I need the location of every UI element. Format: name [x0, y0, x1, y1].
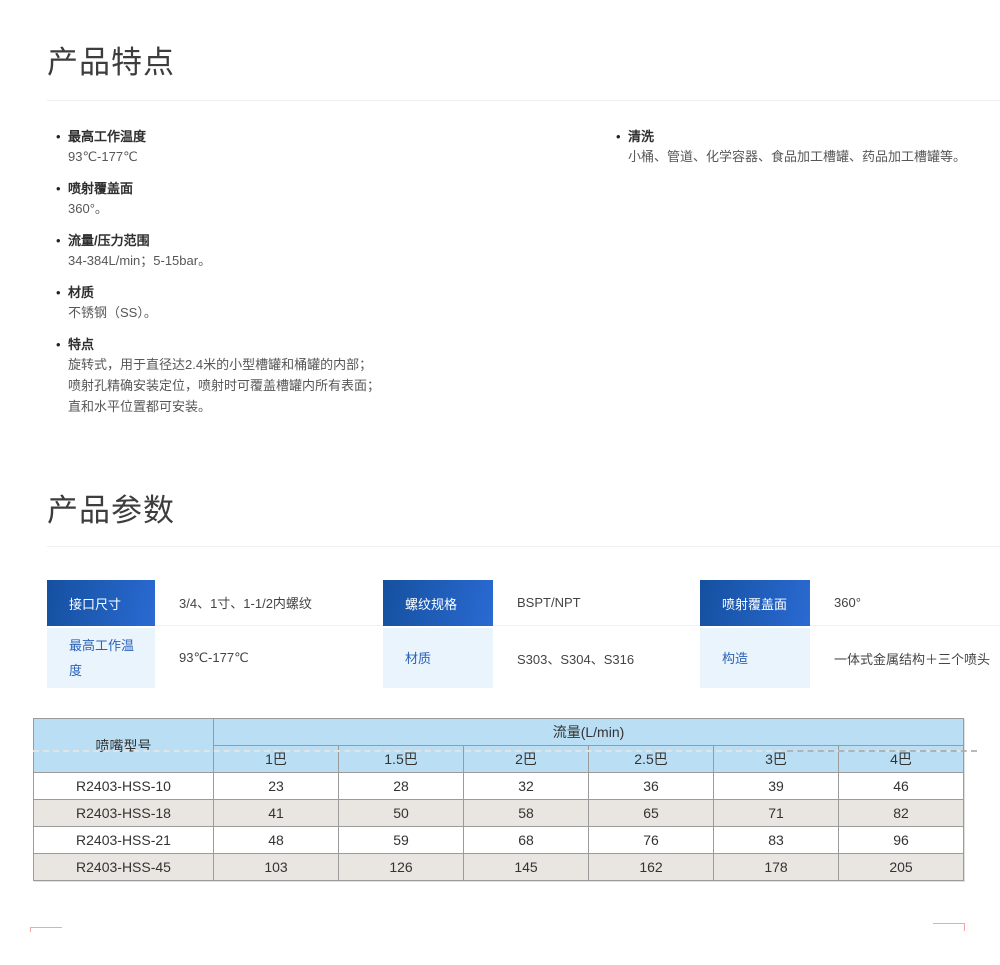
model-cell: R2403-HSS-10 [34, 773, 214, 800]
feature-item: •清洗 小桶、管道、化学容器、食品加工槽罐、药品加工槽罐等。 [607, 128, 1000, 167]
feature-item: •材质 不锈钢（SS）。 [47, 284, 607, 323]
params-section: 产品参数 接口尺寸 3/4、1寸、1-1/2内螺纹 螺纹规格 BSPT/NPT … [0, 492, 1000, 688]
feature-line: 93℃-177℃ [68, 146, 607, 167]
features-right-column: •清洗 小桶、管道、化学容器、食品加工槽罐、药品加工槽罐等。 [607, 128, 1000, 430]
model-column-header: 喷嘴型号 [34, 719, 214, 773]
features-title: 产品特点 [47, 44, 1000, 82]
flow-cell: 23 [214, 773, 339, 800]
flow-cell: 32 [464, 773, 589, 800]
feature-label: 流量/压力范围 [68, 232, 150, 250]
param-value: S303、S304、S316 [493, 628, 700, 688]
features-columns: •最高工作温度 93℃-177℃ •喷射覆盖面 360°。 •流量/压力范围 3… [47, 128, 1000, 430]
feature-label: 清洗 [628, 128, 654, 146]
model-cell: R2403-HSS-18 [34, 800, 214, 827]
flow-cell: 71 [714, 800, 839, 827]
feature-label: 喷射覆盖面 [68, 180, 133, 198]
param-label: 喷射覆盖面 [700, 580, 810, 626]
flow-cell: 76 [589, 827, 714, 854]
params-title: 产品参数 [47, 492, 1000, 530]
flow-cell: 59 [339, 827, 464, 854]
flow-cell: 126 [339, 854, 464, 881]
table-row: R2403-HSS-18 41 50 58 65 71 82 [34, 800, 964, 827]
feature-label: 特点 [68, 336, 94, 354]
flow-cell: 82 [839, 800, 964, 827]
bullet-dot-icon: • [56, 180, 68, 198]
table-row: R2403-HSS-10 23 28 32 36 39 46 [34, 773, 964, 800]
model-cell: R2403-HSS-21 [34, 827, 214, 854]
flow-cell: 39 [714, 773, 839, 800]
param-label: 构造 [700, 628, 810, 688]
param-label: 接口尺寸 [47, 580, 155, 626]
bullet-dot-icon: • [56, 232, 68, 250]
model-cell: R2403-HSS-45 [34, 854, 214, 881]
red-corner-marker [30, 927, 62, 932]
feature-line: 旋转式，用于直径达2.4米的小型槽罐和桶罐的内部； [68, 354, 607, 375]
param-value: BSPT/NPT [493, 580, 700, 626]
flow-cell: 48 [214, 827, 339, 854]
features-section: 产品特点 •最高工作温度 93℃-177℃ •喷射覆盖面 360°。 •流量/压… [0, 44, 1000, 430]
feature-line: 不锈钢（SS）。 [68, 302, 607, 323]
flow-cell: 65 [589, 800, 714, 827]
section-divider [47, 546, 1000, 547]
bullet-dot-icon: • [56, 284, 68, 302]
flow-cell: 162 [589, 854, 714, 881]
table-row: R2403-HSS-45 103 126 145 162 178 205 [34, 854, 964, 881]
flow-cell: 58 [464, 800, 589, 827]
bullet-dot-icon: • [56, 128, 68, 146]
feature-label: 最高工作温度 [68, 128, 146, 146]
flow-cell: 46 [839, 773, 964, 800]
param-label: 材质 [383, 628, 493, 688]
param-value: 3/4、1寸、1-1/2内螺纹 [155, 580, 383, 626]
feature-line: 直和水平位置都可安装。 [68, 396, 607, 417]
flow-group-header: 流量(L/min) [214, 719, 964, 746]
feature-line: 喷射孔精确安装定位，喷射时可覆盖槽罐内所有表面； [68, 375, 607, 396]
bullet-dot-icon: • [56, 336, 68, 354]
param-value: 93℃-177℃ [155, 628, 383, 688]
flow-cell: 83 [714, 827, 839, 854]
flow-cell: 103 [214, 854, 339, 881]
flow-rate-table: 喷嘴型号 流量(L/min) 1巴 1.5巴 2巴 2.5巴 3巴 4巴 R24… [33, 718, 964, 881]
param-label: 螺纹规格 [383, 580, 493, 626]
feature-line: 小桶、管道、化学容器、食品加工槽罐、药品加工槽罐等。 [628, 146, 1000, 167]
bullet-dot-icon: • [616, 128, 628, 146]
feature-item: •最高工作温度 93℃-177℃ [47, 128, 607, 167]
table-row: R2403-HSS-21 48 59 68 76 83 96 [34, 827, 964, 854]
flow-cell: 178 [714, 854, 839, 881]
flow-cell: 36 [589, 773, 714, 800]
feature-item: •流量/压力范围 34-384L/min；5-15bar。 [47, 232, 607, 271]
param-table: 接口尺寸 3/4、1寸、1-1/2内螺纹 螺纹规格 BSPT/NPT 喷射覆盖面… [47, 580, 1000, 688]
red-corner-marker [933, 923, 965, 931]
param-label: 最高工作温度 [47, 628, 155, 688]
param-value: 一体式金属结构＋三个喷头 [810, 628, 1000, 688]
feature-item: •喷射覆盖面 360°。 [47, 180, 607, 219]
section-divider [47, 100, 1000, 101]
features-left-column: •最高工作温度 93℃-177℃ •喷射覆盖面 360°。 •流量/压力范围 3… [47, 128, 607, 430]
feature-label: 材质 [68, 284, 94, 302]
flow-cell: 68 [464, 827, 589, 854]
feature-line: 360°。 [68, 198, 607, 219]
feature-line: 34-384L/min；5-15bar。 [68, 250, 607, 271]
flow-cell: 205 [839, 854, 964, 881]
flow-cell: 96 [839, 827, 964, 854]
clipped-text-artifact [787, 750, 977, 752]
flow-cell: 145 [464, 854, 589, 881]
param-value: 360° [810, 580, 1000, 626]
flow-cell: 41 [214, 800, 339, 827]
feature-item: •特点 旋转式，用于直径达2.4米的小型槽罐和桶罐的内部； 喷射孔精确安装定位，… [47, 336, 607, 417]
flow-cell: 28 [339, 773, 464, 800]
flow-cell: 50 [339, 800, 464, 827]
